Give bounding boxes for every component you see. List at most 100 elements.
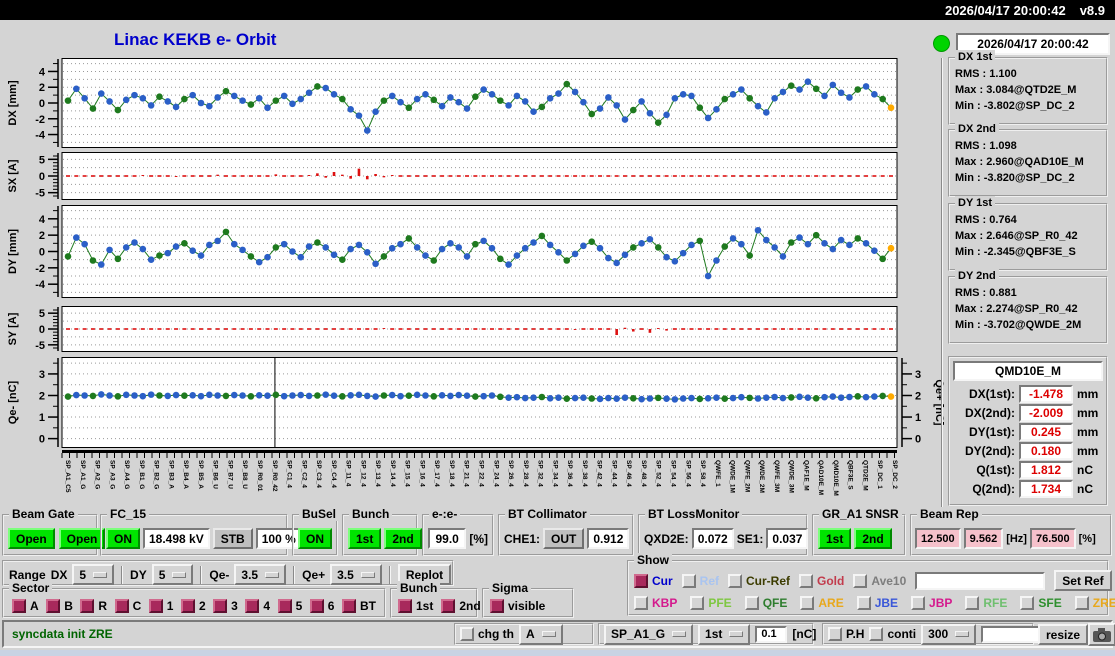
ph-checkbox[interactable]: P.H <box>828 627 864 641</box>
svg-text:SP_22_4: SP_22_4 <box>478 460 485 487</box>
resize-button[interactable]: resize <box>1038 624 1088 645</box>
group-title: GR_A1 SNSR <box>819 507 902 521</box>
aux-input[interactable] <box>981 626 1045 643</box>
stats-title: DY 1st <box>955 196 995 210</box>
titlebar-version: v8.9 <box>1080 3 1105 18</box>
sector-a-checkbox[interactable]: A <box>12 599 39 613</box>
sector-r-checkbox[interactable]: R <box>80 599 107 613</box>
checkbox-box <box>965 596 979 610</box>
bunch-select[interactable]: 1st <box>698 624 750 645</box>
bunch-2nd-checkbox[interactable]: 2nd <box>441 599 480 613</box>
range-qe-plus-select[interactable]: 3.5 <box>330 564 382 585</box>
se1-label: SE1: <box>737 532 764 546</box>
sector-3-checkbox[interactable]: 3 <box>213 599 238 613</box>
svg-text:QWDE_2M: QWDE_2M <box>758 460 765 493</box>
range-qe-minus-select[interactable]: 3.5 <box>234 564 286 585</box>
range-dx-select[interactable]: 5 <box>72 564 114 585</box>
sector-bt-checkbox[interactable]: BT <box>342 599 376 613</box>
svg-text:SP_R0_01: SP_R0_01 <box>256 460 263 492</box>
show-jbp-checkbox[interactable]: JBP <box>911 596 952 610</box>
svg-text:SP_C1_4: SP_C1_4 <box>286 460 293 488</box>
show-qfe-checkbox[interactable]: QFE <box>745 596 788 610</box>
sector-2-checkbox[interactable]: 2 <box>181 599 206 613</box>
svg-text:QTD2E_M: QTD2E_M <box>861 460 868 491</box>
checkbox-label: C <box>133 599 142 613</box>
show-jbe-checkbox[interactable]: JBE <box>857 596 898 610</box>
sector-4-checkbox[interactable]: 4 <box>245 599 270 613</box>
range-dy-select[interactable]: 5 <box>152 564 194 585</box>
gr-a1-2nd-button[interactable]: 2nd <box>854 528 891 549</box>
set-ref-button[interactable]: Set Ref <box>1054 570 1111 591</box>
threshold-input[interactable] <box>755 626 787 643</box>
optionmenu-indicator-icon <box>672 631 686 637</box>
optionmenu-indicator-icon <box>172 572 186 578</box>
beam-gate-open2-button[interactable]: Open <box>59 528 106 549</box>
checkbox-box <box>245 599 259 613</box>
group-title: Sector <box>9 581 52 595</box>
checkbox-box <box>342 599 356 613</box>
show-kbp-checkbox[interactable]: KBP <box>634 596 677 610</box>
svg-text:QBF3E_S: QBF3E_S <box>847 460 854 490</box>
svg-text:SP_14_4: SP_14_4 <box>389 460 396 487</box>
bunch-2nd-button[interactable]: 2nd <box>384 528 421 549</box>
gr-a1-1st-button[interactable]: 1st <box>818 528 851 549</box>
svg-text:-2: -2 <box>35 263 45 275</box>
interval-select[interactable]: 300 <box>921 624 976 645</box>
stats-dy-1st: DY 1st RMS : 0.764 Max : 2.646@SP_R0_42 … <box>948 203 1108 271</box>
camera-button[interactable] <box>1088 623 1115 646</box>
show-cur-ref-checkbox[interactable]: Cur-Ref <box>728 574 790 588</box>
checkbox-label: Ave10 <box>871 574 906 588</box>
svg-text:Qe+ [nC]: Qe+ [nC] <box>933 379 945 425</box>
fc15-stb-button[interactable]: STB <box>213 528 253 549</box>
svg-text:QWFE_1: QWFE_1 <box>714 460 721 487</box>
show-ave10-checkbox[interactable]: Ave10 <box>853 574 906 588</box>
sigma-visible-checkbox[interactable]: visible <box>490 599 545 613</box>
show-ref-checkbox[interactable]: Ref <box>682 574 719 588</box>
range-dy-label: DY <box>130 568 147 582</box>
svg-text:SX [A]: SX [A] <box>7 159 19 192</box>
bunch-1st-checkbox[interactable]: 1st <box>398 599 433 613</box>
svg-text:QWDE_3M: QWDE_3M <box>788 460 795 493</box>
svg-text:SP_B2_G: SP_B2_G <box>153 460 160 489</box>
fc15-on-button[interactable]: ON <box>106 528 140 549</box>
sector-c-checkbox[interactable]: C <box>115 599 142 613</box>
group-title: Sigma <box>489 581 531 595</box>
checkbox-label: visible <box>508 599 545 613</box>
ref-name-input[interactable] <box>915 572 1045 590</box>
range-label: Range <box>9 568 46 582</box>
show-are-checkbox[interactable]: ARE <box>800 596 843 610</box>
checkbox-box <box>634 574 648 588</box>
divider <box>389 566 391 584</box>
checkbox-box <box>828 627 842 641</box>
busel-on-button[interactable]: ON <box>298 528 332 549</box>
show-rfe-checkbox[interactable]: RFE <box>965 596 1007 610</box>
group-title: Beam Rep <box>917 507 982 521</box>
beam-gate-open1-button[interactable]: Open <box>8 528 55 549</box>
show-gold-checkbox[interactable]: Gold <box>799 574 844 588</box>
show-pfe-checkbox[interactable]: PFE <box>690 596 731 610</box>
svg-text:SP_42_4: SP_42_4 <box>596 460 603 487</box>
bpm-select[interactable]: SP_A1_G <box>604 624 693 645</box>
sector-5-checkbox[interactable]: 5 <box>278 599 303 613</box>
dx-orbit-plot[interactable]: 420-2-4DX [mm] <box>0 58 945 148</box>
sector-1-checkbox[interactable]: 1 <box>149 599 174 613</box>
conti-checkbox[interactable]: conti <box>869 627 916 641</box>
sx-steering-plot[interactable]: 50-5SX [A] <box>0 152 945 200</box>
value-readout: -1.478 <box>1019 385 1073 403</box>
dy-orbit-plot[interactable]: 420-2-4DY [mm] <box>0 205 945 298</box>
show-cur-checkbox[interactable]: Cur <box>634 574 673 588</box>
che1-state-button[interactable]: OUT <box>543 528 584 549</box>
charge-plot[interactable]: 3210Qe- [nC]3210Qe+ [nC] <box>0 357 945 448</box>
range-dx-label: DX <box>51 568 68 582</box>
sector-b-checkbox[interactable]: B <box>46 599 73 613</box>
show-zre-checkbox[interactable]: ZRE <box>1075 596 1115 610</box>
svg-text:QWFE_3M: QWFE_3M <box>773 460 780 492</box>
th-sector-select[interactable]: A <box>519 624 563 645</box>
checkbox-label: Ref <box>700 574 719 588</box>
sector-6-checkbox[interactable]: 6 <box>310 599 335 613</box>
bunch-1st-button[interactable]: 1st <box>348 528 381 549</box>
sy-steering-plot[interactable]: 50-5SY [A] <box>0 306 945 352</box>
chg-th-checkbox[interactable]: chg th <box>460 627 514 641</box>
beam-rep-hz-unit: [Hz] <box>1006 533 1027 545</box>
show-sfe-checkbox[interactable]: SFE <box>1020 596 1061 610</box>
